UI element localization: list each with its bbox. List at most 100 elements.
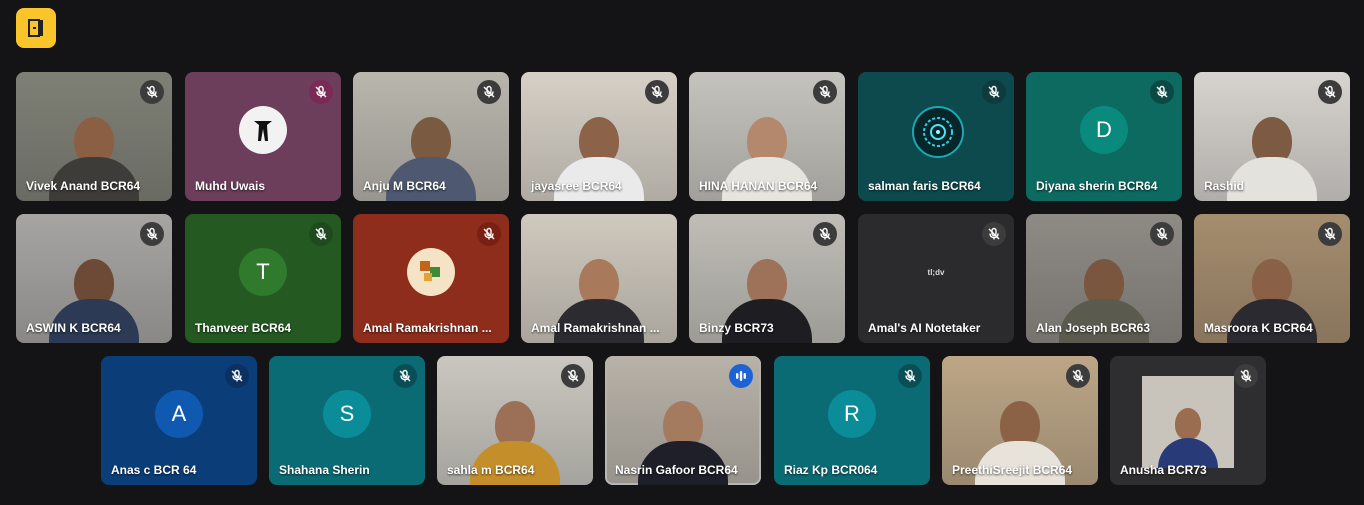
participant-name: jayasree BCR64 <box>531 179 622 193</box>
mic-status <box>225 364 249 388</box>
participant-tile[interactable]: Amal Ramakrishnan ... <box>521 214 677 343</box>
participant-name: Masroora K BCR64 <box>1204 321 1313 335</box>
mic-status <box>1150 80 1174 104</box>
avatar-initial: R <box>844 401 860 427</box>
mic-off-icon <box>651 85 663 98</box>
participant-name: Rashid <box>1204 179 1245 193</box>
mic-status <box>309 80 333 104</box>
participant-tile[interactable]: jayasree BCR64 <box>521 72 677 201</box>
participant-name: Anju M BCR64 <box>363 179 446 193</box>
participant-tile[interactable]: Nasrin Gafoor BCR64 <box>605 356 761 485</box>
mic-status <box>393 364 417 388</box>
initial-avatar: T <box>239 248 287 297</box>
participant-tile[interactable]: A Anas c BCR 64 <box>101 356 257 485</box>
participant-tile[interactable]: sahla m BCR64 <box>437 356 593 485</box>
participant-tile[interactable]: S Shahana Sherin <box>269 356 425 485</box>
participant-tile[interactable]: PreethiSreejit BCR64 <box>942 356 1098 485</box>
participant-name: Amal's AI Notetaker <box>868 321 981 335</box>
mic-status <box>309 222 333 246</box>
mic-off-icon <box>1156 85 1168 98</box>
notetaker-logo: tl;dv <box>858 268 1014 277</box>
participant-name: PreethiSreejit BCR64 <box>952 463 1073 477</box>
participant-name: Riaz Kp BCR064 <box>784 463 878 477</box>
participant-tile[interactable]: HINA HANAN BCR64 <box>689 72 845 201</box>
mic-off-icon <box>819 227 831 240</box>
participant-name: sahla m BCR64 <box>447 463 535 477</box>
mic-status <box>645 80 669 104</box>
grid-row-3: A Anas c BCR 64 S Shahana Sherin sahla m BCR… <box>0 356 1364 485</box>
avatar-initial: S <box>339 401 355 427</box>
participant-tile[interactable]: Rashid <box>1194 72 1350 201</box>
avatar-initial: T <box>256 259 270 285</box>
mic-off-icon <box>819 85 831 98</box>
participant-name: Vivek Anand BCR64 <box>26 179 141 193</box>
participant-tile[interactable]: T Thanveer BCR64 <box>185 214 341 343</box>
mic-off-icon <box>904 369 916 382</box>
mic-off-icon <box>483 85 495 98</box>
mic-off-icon <box>146 227 158 240</box>
grid-row-1: Vivek Anand BCR64 Muhd Uwais Anju M BCR64 j… <box>0 72 1364 201</box>
participant-tile[interactable]: Vivek Anand BCR64 <box>16 72 172 201</box>
leave-call-button[interactable] <box>16 8 56 48</box>
initial-avatar: R <box>828 390 876 439</box>
mic-off-icon <box>988 227 1000 240</box>
mic-status <box>1318 80 1342 104</box>
door-exit-icon <box>28 19 43 37</box>
speaking-indicator <box>729 364 753 388</box>
participant-tile[interactable]: R Riaz Kp BCR064 <box>774 356 930 485</box>
participant-name: Binzy BCR73 <box>699 321 774 335</box>
mic-off-icon <box>1072 369 1084 382</box>
mic-status <box>561 364 585 388</box>
participant-name: Anusha BCR73 <box>1120 463 1207 477</box>
mic-status <box>140 222 164 246</box>
participant-name: Alan Joseph BCR63 <box>1036 321 1151 335</box>
mic-status <box>1318 222 1342 246</box>
participant-tile[interactable]: Anju M BCR64 <box>353 72 509 201</box>
initial-avatar: S <box>323 390 371 439</box>
mic-status <box>477 80 501 104</box>
initial-avatar: D <box>1080 106 1128 155</box>
camera-inset <box>1142 376 1234 468</box>
samurai-avatar <box>239 106 287 155</box>
participant-tile[interactable]: Alan Joseph BCR63 <box>1026 214 1182 343</box>
mic-off-icon <box>315 85 327 98</box>
participant-tile[interactable]: Masroora K BCR64 <box>1194 214 1350 343</box>
mic-status <box>140 80 164 104</box>
mic-off-icon <box>1324 227 1336 240</box>
mic-off-icon <box>1324 85 1336 98</box>
mic-status <box>1066 364 1090 388</box>
mic-off-icon <box>567 369 579 382</box>
mic-off-icon <box>988 85 1000 98</box>
mic-off-icon <box>399 369 411 382</box>
participant-tile[interactable]: salman faris BCR64 <box>858 72 1014 201</box>
mic-status <box>898 364 922 388</box>
participant-name: Diyana sherin BCR64 <box>1036 179 1158 193</box>
participant-tile[interactable]: D Diyana sherin BCR64 <box>1026 72 1182 201</box>
participant-tile[interactable]: Anusha BCR73 <box>1110 356 1266 485</box>
participant-name: Thanveer BCR64 <box>195 321 292 335</box>
avatar-initial: A <box>171 401 187 427</box>
mic-status <box>813 80 837 104</box>
tech-circle-avatar <box>912 106 964 159</box>
participant-tile[interactable]: Binzy BCR73 <box>689 214 845 343</box>
mic-off-icon <box>146 85 158 98</box>
participant-tile[interactable]: Muhd Uwais <box>185 72 341 201</box>
mic-off-icon <box>231 369 243 382</box>
participant-tile[interactable]: ASWIN K BCR64 <box>16 214 172 343</box>
grid-row-2: ASWIN K BCR64 T Thanveer BCR64 Amal Ramakri… <box>0 214 1364 343</box>
speaking-indicator-icon <box>736 371 746 381</box>
participant-name: Shahana Sherin <box>279 463 370 477</box>
mic-status <box>982 80 1006 104</box>
participant-name: Amal Ramakrishnan ... <box>531 321 660 335</box>
mic-off-icon <box>1240 369 1252 382</box>
participant-video <box>1158 394 1218 468</box>
participant-tile[interactable]: tl;dv Amal's AI Notetaker <box>858 214 1014 343</box>
avatar-initial: D <box>1096 117 1112 143</box>
notetaker-logo-text: tl;dv <box>927 268 945 277</box>
mic-off-icon <box>315 227 327 240</box>
mic-status <box>1234 364 1258 388</box>
mic-off-icon <box>483 227 495 240</box>
participant-name: ASWIN K BCR64 <box>26 321 121 335</box>
participant-name: Anas c BCR 64 <box>111 463 197 477</box>
participant-tile[interactable]: Amal Ramakrishnan ... <box>353 214 509 343</box>
